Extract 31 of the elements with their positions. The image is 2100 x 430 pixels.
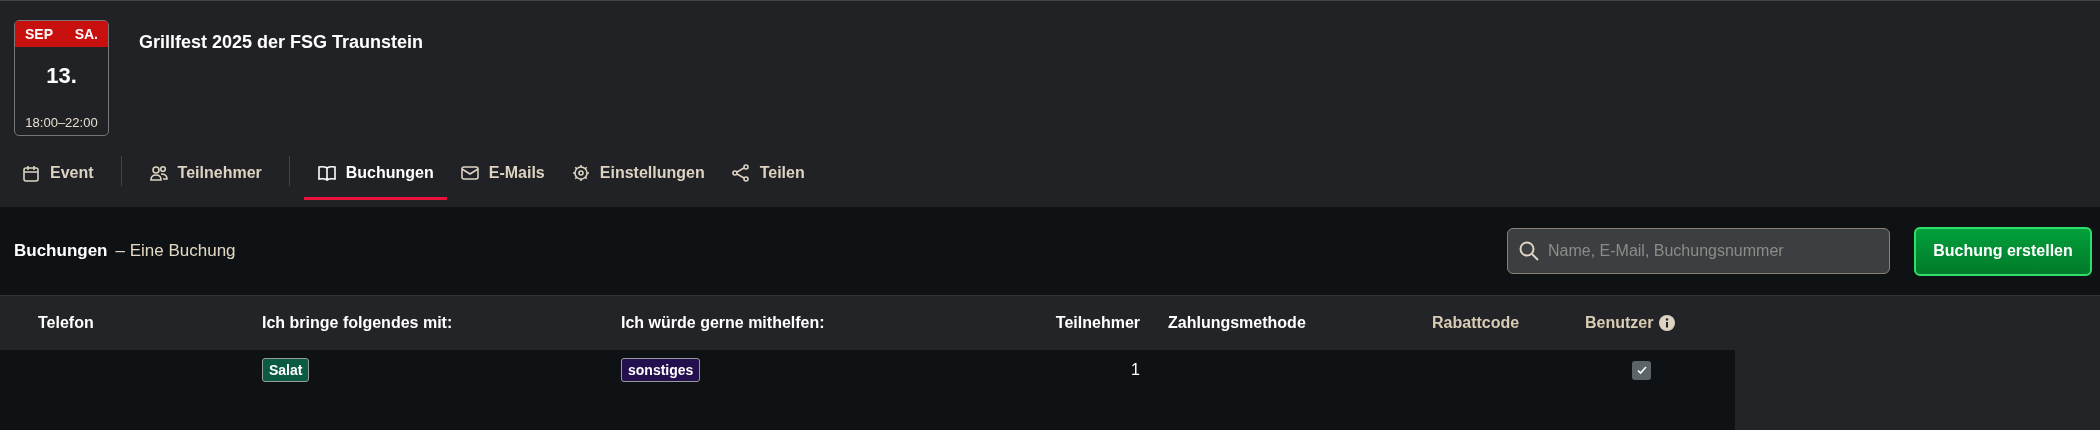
column-header[interactable]: Ich würde gerne mithelfen: bbox=[621, 314, 825, 332]
tag: sonstiges bbox=[621, 358, 701, 382]
share-icon bbox=[730, 162, 751, 183]
column-header[interactable]: Rabattcode bbox=[1432, 314, 1520, 332]
tab[interactable]: Buchungen bbox=[303, 148, 447, 200]
create-booking-button[interactable]: Buchung erstellen bbox=[1914, 226, 2092, 276]
search-field[interactable]: Name, E-Mail, Buchungsnummer bbox=[1507, 228, 1890, 274]
section-heading: Buchungen bbox=[14, 241, 108, 261]
day-label: 13. bbox=[45, 63, 78, 89]
gear-icon bbox=[570, 162, 591, 183]
event-title: Grillfest 2025 der FSG Traunstein bbox=[139, 32, 424, 53]
tab[interactable]: Teilen bbox=[717, 148, 818, 200]
column-header[interactable]: Telefon bbox=[38, 314, 94, 332]
time-range: 18:00–22:00 bbox=[24, 115, 99, 130]
column-header[interactable]: Zahlungsmethode bbox=[1168, 314, 1306, 332]
tab[interactable]: Teilnehmer bbox=[135, 148, 275, 200]
month-label: SEP bbox=[25, 26, 53, 42]
tab[interactable]: Event bbox=[8, 148, 107, 200]
search-icon bbox=[1518, 240, 1540, 262]
checkmark-icon bbox=[1635, 364, 1648, 376]
booking-count: – Eine Buchung bbox=[115, 241, 236, 261]
table-cell: 1 bbox=[1131, 361, 1140, 379]
column-header[interactable]: Ich bringe folgendes mit: bbox=[262, 314, 453, 332]
tag: Salat bbox=[262, 358, 310, 382]
weekday-label: SA. bbox=[74, 26, 98, 42]
info-icon[interactable] bbox=[1659, 315, 1676, 331]
tab[interactable]: E-Mails bbox=[446, 148, 558, 200]
column-header[interactable]: Benutzer bbox=[1585, 314, 1654, 332]
tab[interactable]: Einstellungen bbox=[557, 148, 718, 200]
column-header[interactable]: Teilnehmer bbox=[1055, 314, 1140, 332]
checkbox[interactable] bbox=[1632, 360, 1651, 380]
